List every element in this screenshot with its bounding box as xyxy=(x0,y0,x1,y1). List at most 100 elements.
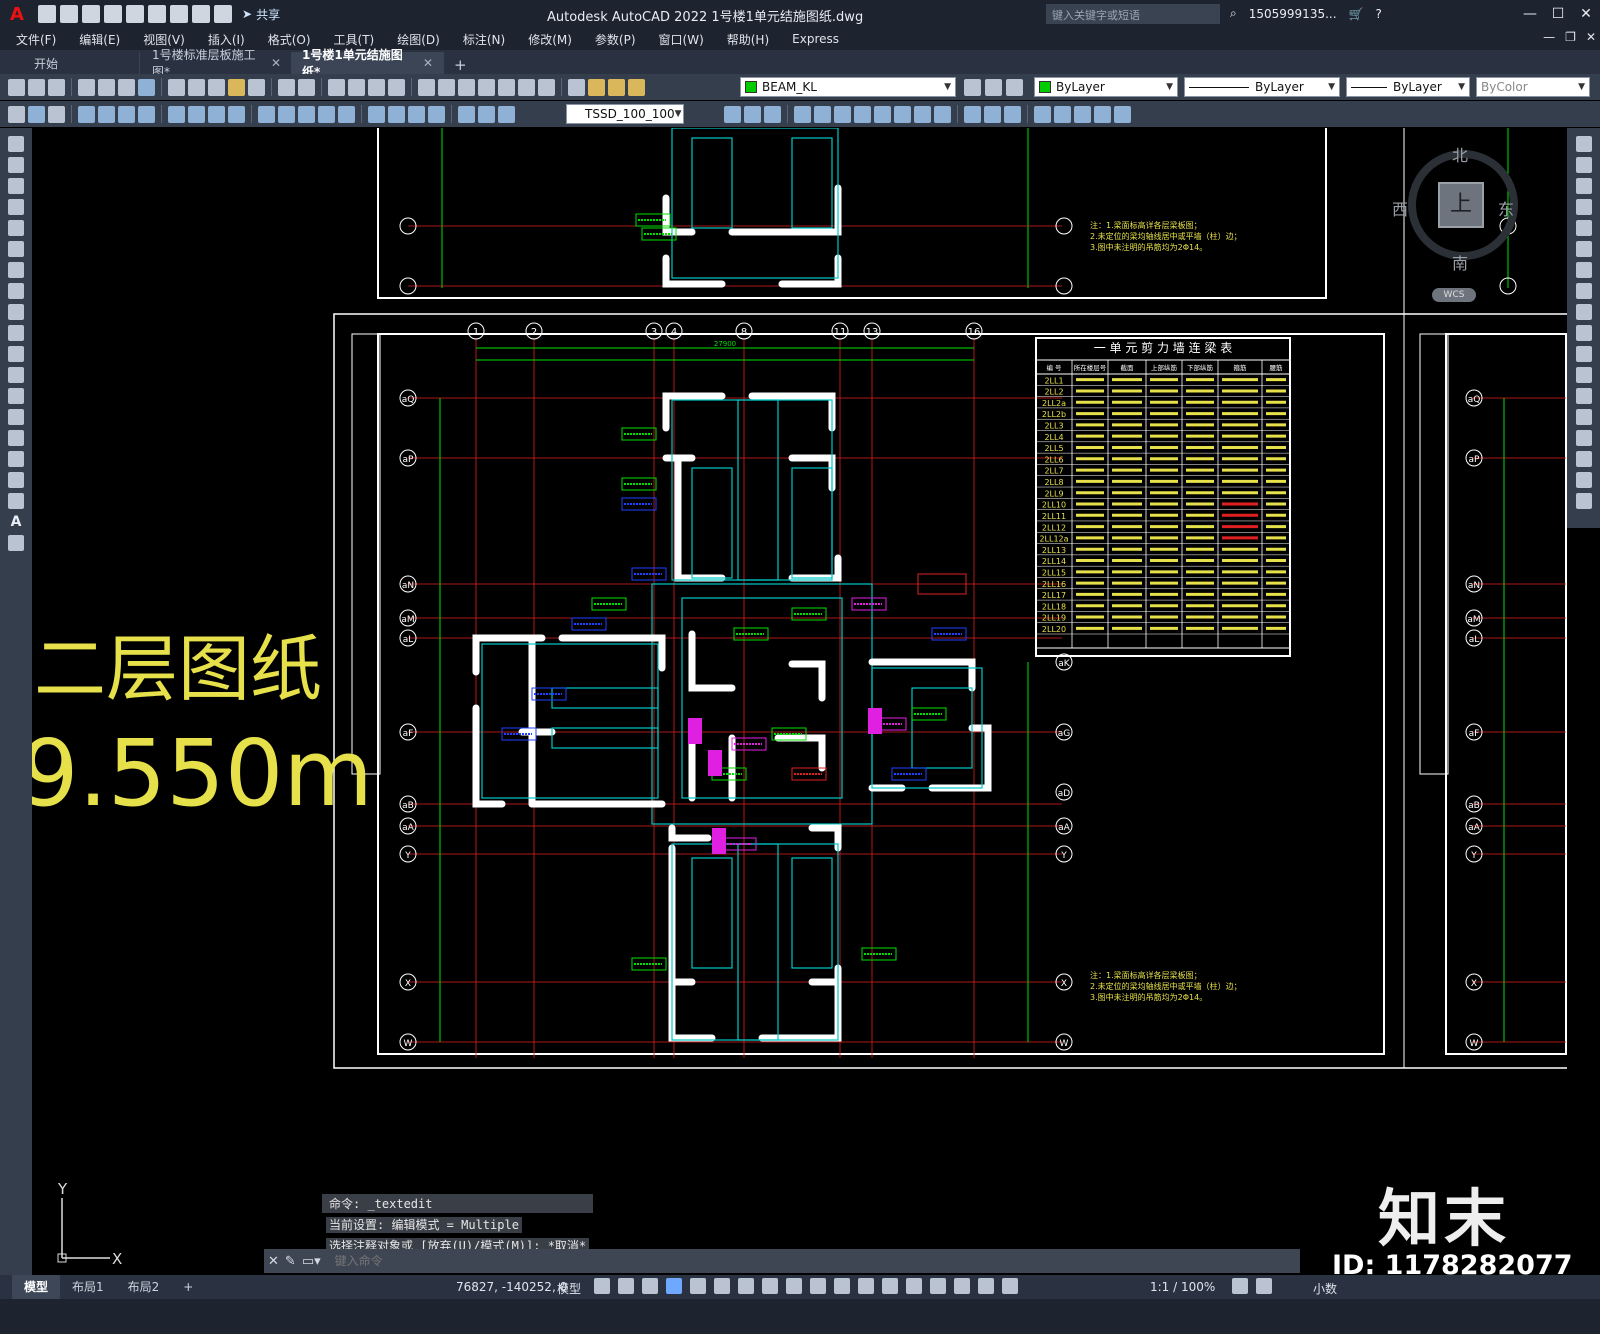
fillet-icon[interactable] xyxy=(1575,451,1592,467)
menu-modify[interactable]: 修改(M) xyxy=(528,31,572,48)
break-icon[interactable] xyxy=(1575,388,1592,404)
model-space-toggle[interactable]: 模型 xyxy=(557,1280,581,1297)
tssd-dim-icon[interactable] xyxy=(28,105,45,123)
viewcube-face[interactable]: 上 xyxy=(1438,182,1484,228)
ellipse-arc-icon[interactable] xyxy=(8,346,24,362)
region-icon[interactable] xyxy=(8,472,24,488)
diameter-dim-icon[interactable] xyxy=(208,105,225,123)
color-dropdown[interactable]: ByLayer ▼ xyxy=(1034,77,1178,97)
add-selected-icon[interactable] xyxy=(8,535,24,551)
close-tab-icon[interactable]: ✕ xyxy=(423,56,433,70)
doc-close-icon[interactable]: ✕ xyxy=(1586,30,1596,44)
3d-osnap-icon[interactable] xyxy=(858,1278,874,1294)
minimize-button[interactable]: — xyxy=(1516,0,1544,28)
modify-tool-17-icon[interactable] xyxy=(1074,105,1091,123)
continue-dim-icon[interactable] xyxy=(298,105,315,123)
menu-view[interactable]: 视图(V) xyxy=(143,31,185,48)
dim-space-icon[interactable] xyxy=(318,105,335,123)
drawing-canvas[interactable]: aQ aQ aP aP aN aN aM aM aL aL aF aF aB aB aA aA Y Y X X W WaK… xyxy=(32,128,1567,1275)
doc-minimize-icon[interactable]: — xyxy=(1543,30,1555,44)
help-icon[interactable] xyxy=(538,78,555,96)
copy-icon[interactable] xyxy=(188,78,205,96)
tssd-icon[interactable] xyxy=(8,105,25,123)
make-block-icon[interactable] xyxy=(8,388,24,404)
menu-parametric[interactable]: 参数(P) xyxy=(595,31,636,48)
snap-icon[interactable] xyxy=(618,1278,634,1294)
spline-icon[interactable] xyxy=(8,304,24,320)
osnap-tracking-icon[interactable] xyxy=(738,1278,754,1294)
layer-match-icon[interactable] xyxy=(1006,78,1023,96)
make-current-icon[interactable] xyxy=(964,78,981,96)
layer-manager-icon[interactable] xyxy=(568,78,585,96)
jogged-dim-icon[interactable] xyxy=(188,105,205,123)
dynamic-ucs-icon[interactable] xyxy=(882,1278,898,1294)
workspace-gear-icon[interactable] xyxy=(1232,1278,1248,1294)
insert-block-icon[interactable] xyxy=(8,367,24,383)
plot-icon[interactable] xyxy=(78,78,95,96)
modify-tool-1-icon[interactable] xyxy=(724,105,741,123)
dim-text-edit-icon[interactable] xyxy=(478,105,495,123)
properties-icon[interactable] xyxy=(418,78,435,96)
plus-icon[interactable] xyxy=(1256,1278,1272,1294)
command-prompt-icon[interactable]: ▭▾ xyxy=(302,1254,321,1269)
calculator-icon[interactable] xyxy=(518,78,535,96)
join-icon[interactable] xyxy=(1575,409,1592,425)
tab-unit1-structure[interactable]: 1号楼1单元结施图纸* ✕ xyxy=(292,48,444,79)
redo-icon[interactable] xyxy=(214,5,232,23)
paste-icon[interactable] xyxy=(208,78,225,96)
dim-update-icon[interactable] xyxy=(498,105,515,123)
zoom-previous-icon[interactable] xyxy=(388,78,405,96)
selection-cycling-icon[interactable] xyxy=(834,1278,850,1294)
sheet-set-icon[interactable] xyxy=(478,78,495,96)
dim-break-icon[interactable] xyxy=(338,105,355,123)
maximize-button[interactable]: ☐ xyxy=(1544,0,1572,28)
undo-icon[interactable] xyxy=(278,78,295,96)
dim-edit-icon[interactable] xyxy=(458,105,475,123)
coordinates-readout[interactable]: 76827, -140252, 0 xyxy=(456,1280,567,1294)
3d-dwf-icon[interactable] xyxy=(138,78,155,96)
menu-tools[interactable]: 工具(T) xyxy=(334,31,375,48)
new-tab-button[interactable]: + xyxy=(444,56,477,74)
copy-object-icon[interactable] xyxy=(1575,157,1592,173)
scale-icon[interactable] xyxy=(1575,283,1592,299)
annotation-visibility-icon[interactable] xyxy=(954,1278,970,1294)
search-input[interactable]: 键入关键字或短语 xyxy=(1046,4,1220,24)
rectangle-icon[interactable] xyxy=(8,220,24,236)
osnap-icon[interactable] xyxy=(762,1278,778,1294)
layer-thaw-icon[interactable] xyxy=(608,78,625,96)
design-center-icon[interactable] xyxy=(438,78,455,96)
gizmo-icon[interactable] xyxy=(930,1278,946,1294)
tab-layout2[interactable]: 布局2 xyxy=(116,1275,172,1299)
modify-tool-3-icon[interactable] xyxy=(764,105,781,123)
circle-icon[interactable] xyxy=(8,262,24,278)
break-at-point-icon[interactable] xyxy=(1575,367,1592,383)
tab-model[interactable]: 模型 xyxy=(12,1275,61,1299)
lineweight-dropdown[interactable]: ByLayer ▼ xyxy=(1346,77,1470,97)
erase-icon[interactable] xyxy=(1575,136,1592,152)
layer-dropdown[interactable]: BEAM_KL ▼ xyxy=(740,77,956,97)
tolerance-icon[interactable] xyxy=(368,105,385,123)
layer-lock-icon[interactable] xyxy=(628,78,645,96)
layer-previous-icon[interactable] xyxy=(985,78,1002,96)
menu-draw[interactable]: 绘图(D) xyxy=(397,31,440,48)
menu-help[interactable]: 帮助(H) xyxy=(727,31,769,48)
close-cmdline-icon[interactable]: ✕ xyxy=(268,1254,279,1269)
doc-restore-icon[interactable]: ❐ xyxy=(1565,30,1576,44)
polyline-icon[interactable] xyxy=(8,178,24,194)
tssd-text-icon[interactable] xyxy=(48,105,65,123)
array-icon[interactable] xyxy=(1575,220,1592,236)
line-icon[interactable] xyxy=(8,136,24,152)
compass-south[interactable]: 南 xyxy=(1452,250,1468,274)
close-tab-icon[interactable]: ✕ xyxy=(271,56,281,70)
save-as-icon[interactable] xyxy=(104,5,122,23)
menu-dimension[interactable]: 标注(N) xyxy=(463,31,505,48)
stretch-icon[interactable] xyxy=(1575,304,1592,320)
search-icon[interactable]: ⌕ xyxy=(1230,6,1237,21)
lineweight-icon[interactable] xyxy=(786,1278,802,1294)
new-icon[interactable] xyxy=(8,78,25,96)
open-icon[interactable] xyxy=(28,78,45,96)
hatch-icon[interactable] xyxy=(8,430,24,446)
add-layout-button[interactable]: + xyxy=(171,1275,205,1299)
inspection-icon[interactable] xyxy=(408,105,425,123)
menu-express[interactable]: Express xyxy=(792,32,839,46)
